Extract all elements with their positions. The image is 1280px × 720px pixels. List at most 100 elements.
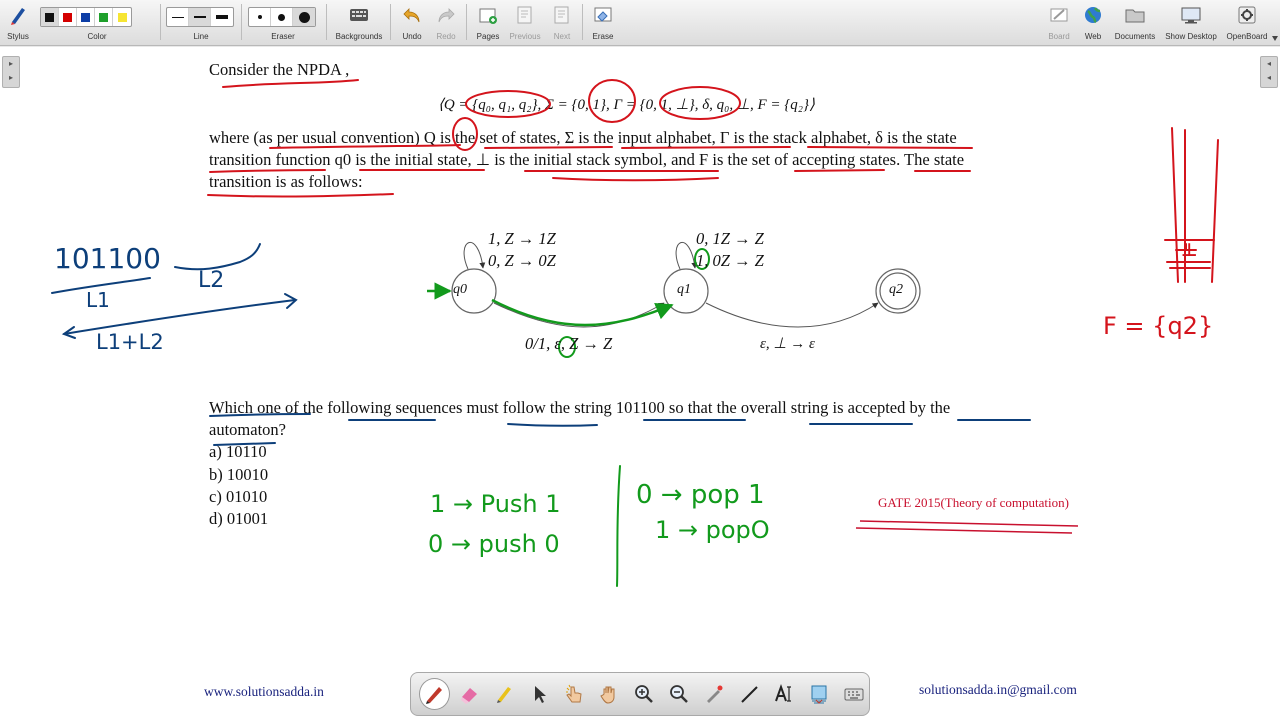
color-swatches — [40, 7, 132, 27]
color-swatch-black[interactable] — [41, 8, 59, 26]
annotation-l2: L2 — [198, 268, 225, 293]
annotation-pop0: 1 → popO — [655, 516, 770, 544]
highlighter-icon — [497, 687, 512, 703]
line-tool-button[interactable] — [733, 678, 764, 710]
pen-tool-button[interactable] — [419, 678, 450, 710]
next-button[interactable]: Next — [546, 3, 578, 43]
backgrounds-button[interactable]: Backgrounds — [332, 3, 386, 43]
description-line-3: transition is as follows: — [209, 172, 363, 191]
pages-label: Pages — [476, 32, 500, 41]
highlighter-tool-button[interactable] — [489, 678, 520, 710]
line-label: Line — [193, 32, 209, 41]
eraser-size-buttons — [248, 7, 316, 27]
line-group: Line — [166, 3, 236, 43]
q0-loop-label-1: 1, Z → 1Z — [488, 229, 556, 248]
text-icon — [774, 684, 791, 702]
left-margin — [0, 47, 189, 720]
eraser-medium-button[interactable] — [271, 8, 293, 26]
right-panel-toggle[interactable]: ◂ ◂ — [1260, 56, 1278, 88]
color-label: Color — [87, 32, 107, 41]
right-margin — [1090, 47, 1280, 720]
hand-icon — [600, 686, 615, 704]
documents-label: Documents — [1114, 32, 1156, 41]
previous-label: Previous — [509, 32, 541, 41]
text-tool-button[interactable] — [768, 678, 799, 710]
board-button[interactable]: Board — [1044, 3, 1074, 43]
dropdown-arrow-icon[interactable] — [1272, 36, 1278, 41]
redo-button[interactable]: Redo — [432, 3, 460, 43]
question-line-1: Which one of the following sequences mus… — [209, 398, 951, 417]
undo-button[interactable]: Undo — [398, 3, 426, 43]
pages-button[interactable]: Pages — [472, 3, 504, 43]
eraser-large-button[interactable] — [293, 8, 315, 26]
documents-button[interactable]: Documents — [1112, 3, 1158, 43]
web-button[interactable]: Web — [1078, 3, 1108, 43]
cursor-arrow-icon — [535, 686, 547, 703]
left-panel-toggle[interactable]: ▸ ▸ — [2, 56, 20, 88]
next-page-icon — [554, 6, 569, 24]
board-icon — [1050, 8, 1068, 22]
keyboard-icon — [844, 688, 864, 701]
capture-tool-button[interactable] — [803, 678, 834, 710]
laser-pointer-icon — [706, 685, 723, 703]
pen-icon — [426, 687, 443, 704]
annotation-pop1: 0 → pop 1 — [636, 480, 765, 510]
toolbar-divider — [390, 4, 391, 40]
q0-loop-label-2: 0, Z → 0Z — [488, 251, 556, 270]
erase-label: Erase — [592, 32, 614, 41]
laser-pointer-button[interactable] — [698, 678, 729, 710]
capture-icon — [811, 685, 827, 704]
state-label-q2: q2 — [889, 282, 903, 297]
undo-icon — [403, 8, 420, 23]
show-desktop-label: Show Desktop — [1165, 32, 1217, 41]
color-swatch-red[interactable] — [59, 8, 77, 26]
previous-button[interactable]: Previous — [506, 3, 544, 43]
gate-label: GATE 2015(Theory of computation) — [878, 495, 1069, 510]
color-swatch-yellow[interactable] — [113, 8, 131, 26]
erase-button[interactable]: Erase — [588, 3, 618, 43]
line-thick-button[interactable] — [211, 8, 233, 26]
consider-text: Consider the NPDA , — [209, 60, 350, 79]
zoom-out-button[interactable] — [664, 678, 695, 710]
selector-tool-button[interactable] — [524, 678, 555, 710]
interact-tool-button[interactable] — [559, 678, 590, 710]
annotation-push1: 1 → Push 1 — [430, 490, 561, 518]
npda-tuple: ⟨Q = {q₀, q₁, q₂}, Σ = {0, 1}, Γ = {0, 1… — [438, 97, 815, 113]
option-c: c) 01010 — [209, 487, 268, 506]
board-label: Board — [1048, 32, 1070, 41]
description-line-2: transition function q0 is the initial st… — [209, 150, 965, 169]
color-swatch-green[interactable] — [95, 8, 113, 26]
next-label: Next — [553, 32, 571, 41]
toolbar: Stylus Color Line Eraser Backgrounds Und… — [0, 0, 1280, 46]
q1-loop-label-2: 1, 0Z → Z — [696, 251, 764, 270]
eraser-small-button[interactable] — [249, 8, 271, 26]
show-desktop-button[interactable]: Show Desktop — [1162, 3, 1220, 43]
toolbar-divider — [326, 4, 327, 40]
edge-q0-q1-label: 0/1, ε, Z → Z — [525, 334, 613, 353]
keyboard-grid-icon — [350, 9, 368, 21]
annotation-push0: 0 → push 0 — [428, 530, 560, 558]
option-b: b) 10010 — [209, 465, 269, 484]
stylus-icon — [11, 8, 25, 25]
drawing-toolbar — [410, 672, 870, 716]
stylus-tool[interactable]: Stylus — [4, 3, 32, 43]
line-thin-button[interactable] — [167, 8, 189, 26]
eraser-group: Eraser — [248, 3, 318, 43]
zoom-in-button[interactable] — [629, 678, 660, 710]
annotation-string: 101100 — [54, 242, 161, 275]
stylus-label: Stylus — [7, 32, 29, 41]
line-icon — [741, 686, 758, 703]
line-medium-button[interactable] — [189, 8, 211, 26]
description-line-1: where (as per usual convention) Q is the… — [209, 128, 957, 147]
openboard-button[interactable]: OpenBoard — [1222, 3, 1272, 43]
q1-loop-label-1: 0, 1Z → Z — [696, 229, 764, 248]
color-swatch-blue[interactable] — [77, 8, 95, 26]
eraser-tool-button[interactable] — [454, 678, 485, 710]
hand-tool-button[interactable] — [594, 678, 625, 710]
eraser-label: Eraser — [271, 32, 295, 41]
state-label-q1: q1 — [677, 282, 691, 297]
zoom-out-icon — [670, 685, 688, 703]
toolbar-divider — [241, 4, 242, 40]
pointer-hand-icon — [566, 684, 582, 703]
virtual-keyboard-button[interactable] — [838, 678, 869, 710]
